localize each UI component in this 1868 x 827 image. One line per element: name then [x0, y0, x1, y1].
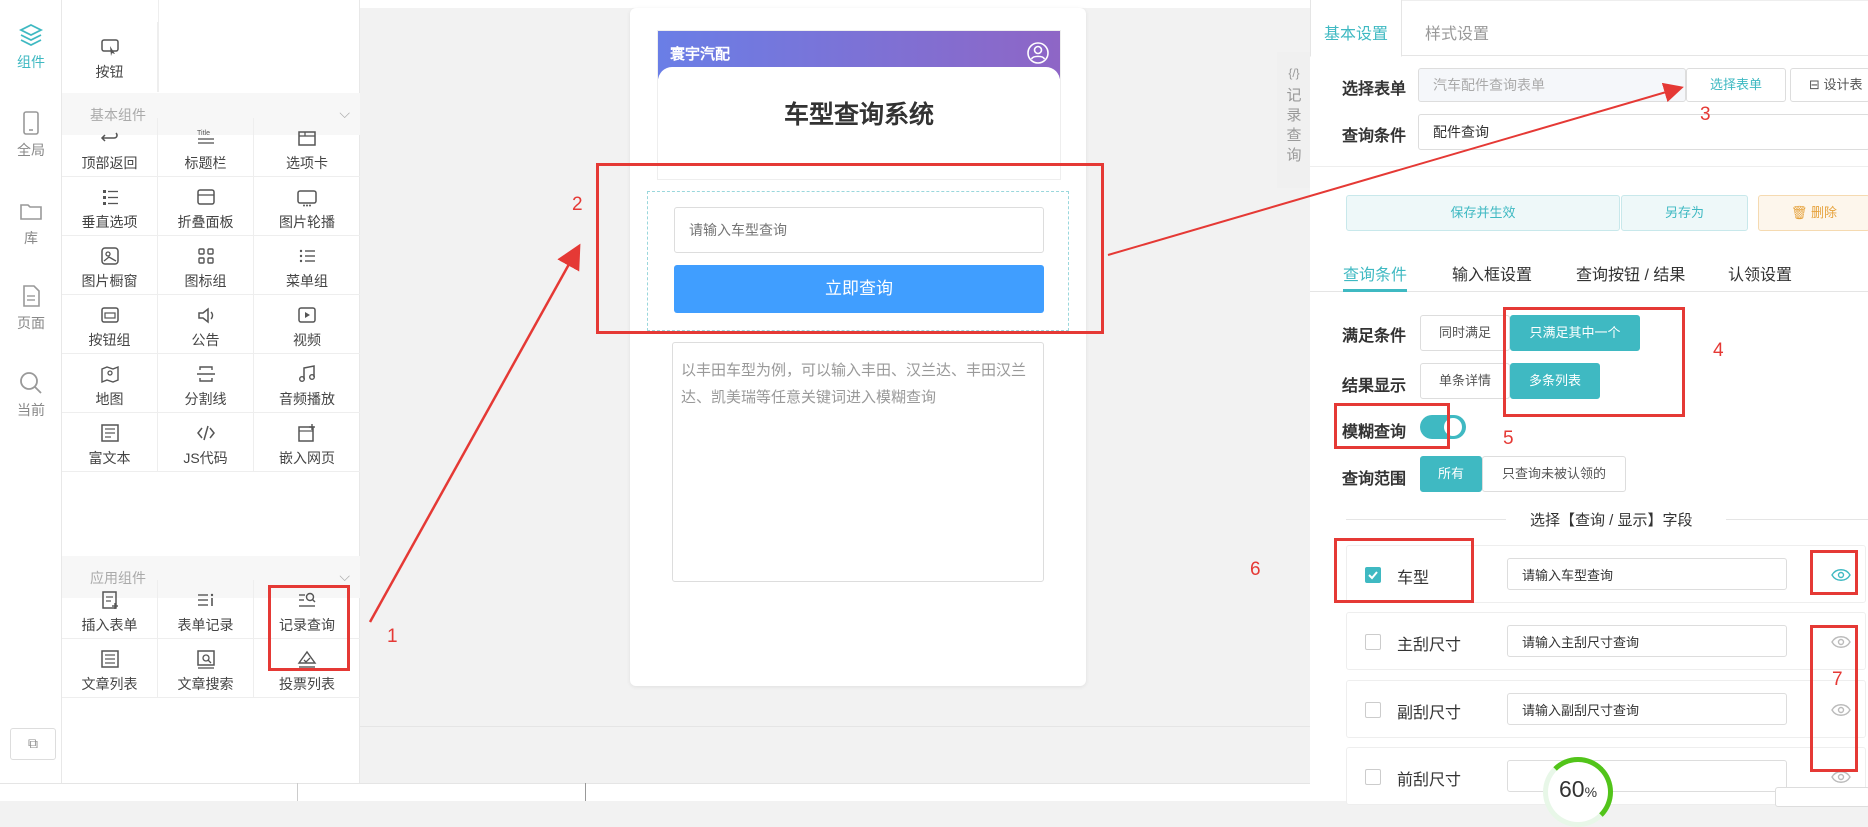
arrow-1 [368, 243, 581, 623]
annotation-arrows [368, 82, 1684, 623]
annotation-number: 5 [1503, 428, 1514, 449]
annotation-number: 6 [1250, 559, 1261, 580]
annotation-number: 1 [387, 626, 398, 647]
annotation-number: 3 [1700, 104, 1711, 125]
annotation-number: 4 [1713, 340, 1724, 361]
annotation-number: 2 [572, 194, 583, 215]
annotation-number: 7 [1832, 669, 1843, 690]
arrow-2 [1107, 82, 1684, 256]
